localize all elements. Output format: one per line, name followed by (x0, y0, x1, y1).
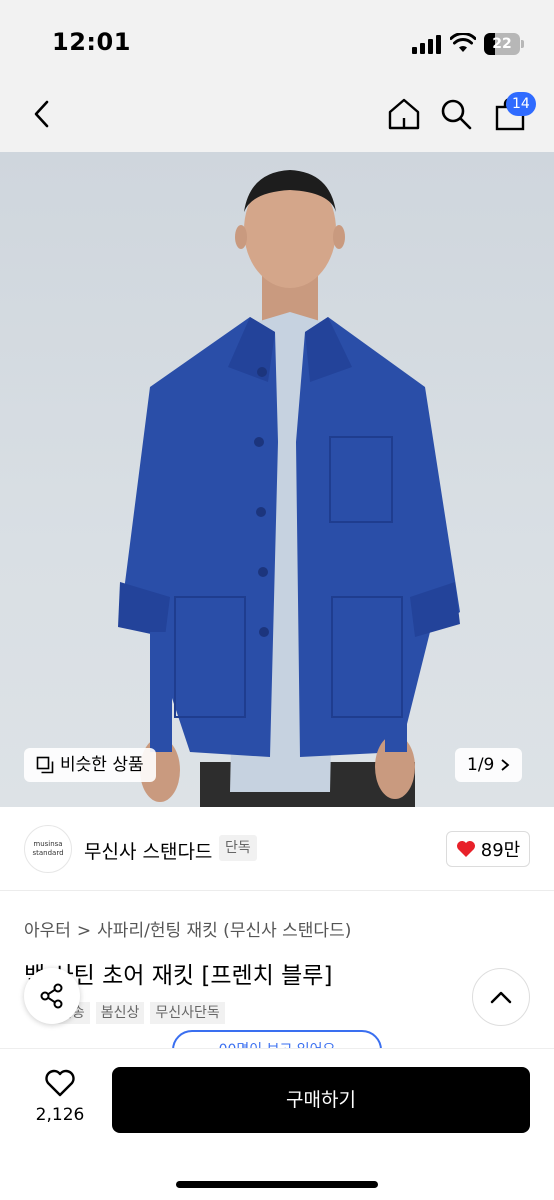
home-indicator (176, 1181, 378, 1188)
image-page-indicator[interactable]: 1/9 (455, 748, 523, 782)
breadcrumb-separator-icon: > (76, 921, 92, 941)
brand-like-count: 89만 (480, 840, 521, 861)
similar-products-button[interactable]: 비슷한 상품 (24, 748, 156, 782)
cart-count-badge: 14 (506, 92, 536, 116)
battery-icon: 22 (484, 33, 524, 55)
exclusive-badge: 단독 (219, 835, 257, 861)
search-icon (441, 99, 472, 130)
brand-logo-text-1: musinsa (33, 840, 63, 848)
cellular-signal-icon (412, 34, 442, 54)
tag-exclusive: 무신사단독 (150, 1002, 225, 1024)
heart-outline-icon (45, 1069, 75, 1097)
chevron-left-icon (34, 100, 49, 128)
tag-new-spring: 봄신상 (95, 1002, 145, 1024)
back-button[interactable] (22, 94, 62, 134)
wifi-icon (450, 33, 476, 52)
top-nav-bar (0, 80, 554, 152)
home-button[interactable] (384, 94, 424, 134)
chevron-right-icon (501, 759, 510, 771)
brand-logo-text-2: standard (32, 849, 64, 857)
wishlist-button[interactable]: 2,126 (20, 1069, 100, 1125)
product-photo (118, 170, 460, 807)
scroll-to-top-button[interactable] (472, 968, 530, 1026)
breadcrumb: 아우터 > 사파리/헌팅 재킷 (무신사 스탠다드) (24, 916, 351, 941)
search-button[interactable] (436, 94, 476, 134)
status-time: 12:01 (52, 28, 131, 56)
battery-level: 22 (492, 36, 512, 52)
brand-name[interactable]: 무신사 스탠다드 (84, 837, 212, 864)
buy-button[interactable]: 구매하기 (112, 1067, 530, 1133)
share-button[interactable] (24, 968, 80, 1024)
breadcrumb-subcategory[interactable]: 사파리/헌팅 재킷 (무신사 스탠다드) (97, 921, 351, 941)
status-bar: 12:01 22 (0, 0, 554, 80)
wishlist-count: 2,126 (35, 1105, 85, 1125)
bottom-purchase-bar: 2,126 구매하기 (0, 1048, 554, 1200)
brand-row: musinsa standard 무신사 스탠다드 단독 89만 (0, 807, 554, 891)
heart-filled-icon (456, 841, 475, 857)
home-icon (388, 98, 420, 130)
product-image-carousel[interactable]: 비슷한 상품 1/9 (0, 152, 554, 807)
breadcrumb-category[interactable]: 아우터 (24, 921, 71, 941)
share-icon (40, 983, 63, 1009)
similar-products-label: 비슷한 상품 (60, 755, 144, 775)
chevron-up-icon (490, 991, 512, 1004)
page-indicator-text: 1/9 (467, 755, 495, 775)
brand-like-button[interactable]: 89만 (446, 831, 530, 867)
copy-icon (36, 756, 54, 774)
brand-logo[interactable]: musinsa standard (24, 825, 72, 873)
